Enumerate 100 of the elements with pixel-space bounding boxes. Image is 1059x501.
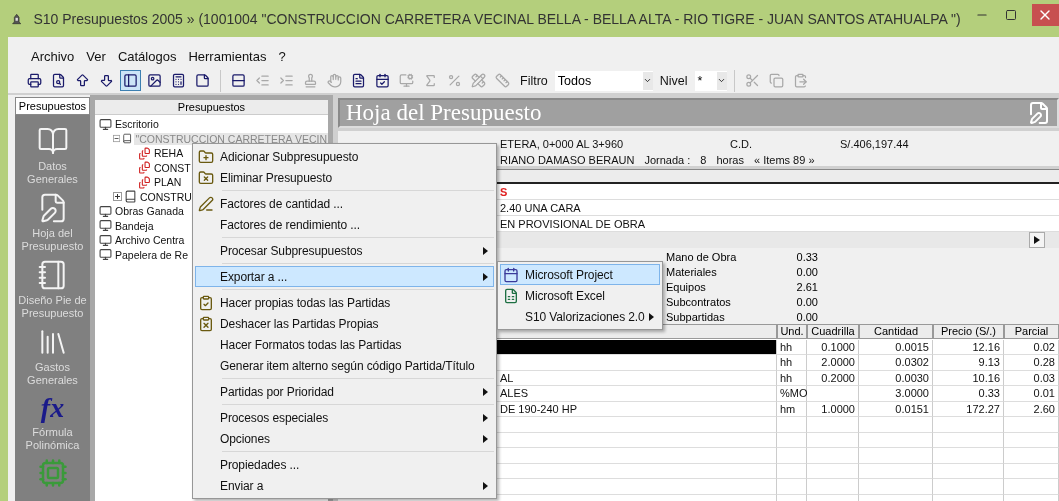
menu-item[interactable]: Ver	[85, 49, 107, 64]
menu-item[interactable]: ?	[277, 49, 287, 64]
clipboard-icon	[198, 295, 214, 311]
clipboard-x-icon	[198, 316, 214, 332]
items-count: « Items 89 »	[754, 154, 815, 166]
menu-item[interactable]: Adicionar Subpresupuesto	[195, 146, 494, 167]
scissors-icon	[744, 73, 760, 88]
cd-value: S/.406,197.44	[840, 138, 910, 150]
tree-item[interactable]: CONSTRU	[139, 190, 193, 203]
sidebar-tab[interactable]: Presupuestos	[15, 97, 90, 115]
menu-item[interactable]: Archivo	[30, 49, 76, 64]
menu-item[interactable]: Catálogos	[116, 49, 178, 64]
book-icon[interactable]	[36, 125, 69, 157]
folder-x-icon	[198, 170, 214, 186]
submenu-arrow-icon	[649, 313, 654, 321]
menu-item[interactable]: Procesar Subpresupuestos	[195, 240, 494, 261]
printer-icon	[27, 73, 42, 88]
cost-value: 0.00	[795, 296, 818, 310]
tree-item[interactable]: CONST	[153, 161, 192, 174]
cost-label: Subcontratos	[666, 296, 732, 310]
table-cell	[933, 448, 1004, 464]
book-icon	[122, 132, 133, 146]
cost-label: Equipos	[666, 281, 707, 295]
scroll-right-icon[interactable]	[1029, 232, 1045, 248]
image-icon	[147, 73, 162, 88]
pencil-ruler-icon	[471, 73, 486, 88]
table-cell: 0.0015	[859, 339, 933, 355]
menu-item[interactable]: Enviar a	[195, 475, 494, 496]
menu-item[interactable]: Exportar a ...	[195, 266, 494, 287]
table-cell: 12.16	[933, 339, 1004, 355]
level-dropdown[interactable]: *	[694, 70, 727, 91]
table-cell: 0.1000	[807, 339, 859, 355]
copy-icon	[768, 73, 784, 88]
menu-item[interactable]: Hacer Formatos todas las Partidas	[195, 334, 494, 355]
column-header: Cuadrilla	[807, 324, 859, 339]
table-cell: %MO	[777, 386, 807, 402]
table-cell: 0.01	[1004, 386, 1059, 402]
shift-value: 8	[700, 154, 707, 166]
cost-label: Mano de Obra	[666, 251, 738, 265]
tree-item[interactable]: Obras Ganada	[114, 205, 185, 218]
document-icon	[138, 146, 151, 160]
close-button[interactable]	[1031, 4, 1059, 26]
menu-item[interactable]: Propiedades ...	[195, 454, 494, 475]
tree-item[interactable]: Archivo Centra	[114, 234, 186, 247]
cost-label: Materiales	[666, 266, 718, 280]
stamp-icon	[303, 73, 318, 88]
menu-item[interactable]: Opciones	[195, 428, 494, 449]
tree-item[interactable]: Bandeja	[114, 219, 155, 232]
menu-item[interactable]: Microsoft Excel	[500, 285, 660, 306]
shift-unit: horas	[716, 154, 744, 166]
document-icon	[138, 175, 151, 189]
column-header: Und.	[777, 324, 807, 339]
caret-icon	[717, 76, 727, 85]
note-icon	[195, 73, 210, 88]
menu-item[interactable]: Deshacer las Partidas Propias	[195, 313, 494, 334]
table-cell	[777, 479, 807, 495]
column-header: Parcial	[1004, 324, 1059, 339]
menu-item[interactable]: Herramientas	[187, 49, 268, 64]
table-cell	[933, 417, 1004, 433]
table-cell: hh	[777, 355, 807, 371]
submenu-arrow-icon	[483, 482, 488, 490]
collapse-icon[interactable]	[113, 134, 121, 144]
outdent-icon	[255, 73, 270, 88]
tree-item[interactable]: Escritorio	[114, 118, 160, 131]
print-preview-icon	[51, 73, 66, 88]
menu-item[interactable]: Hacer propias todas las Partidas	[195, 292, 494, 313]
panel-icon	[123, 73, 138, 88]
table-cell: 0.0302	[859, 355, 933, 371]
table-cell: 9.13	[933, 355, 1004, 371]
table-cell	[807, 448, 859, 464]
menu-item[interactable]: Microsoft Project	[500, 264, 660, 285]
cost-value: 2.61	[795, 281, 818, 295]
calculator-icon	[171, 73, 186, 88]
tree-item[interactable]: PLAN	[153, 176, 183, 189]
up-arrow-icon	[75, 73, 90, 88]
table-cell	[777, 448, 807, 464]
column-header: Cantidad	[859, 324, 933, 339]
percent-icon	[447, 73, 462, 88]
column-header: Precio (S/.)	[933, 324, 1004, 339]
menu-item[interactable]: Factores de cantidad ...	[195, 193, 494, 214]
panel-button[interactable]	[120, 70, 141, 91]
maximize-icon	[1005, 9, 1018, 21]
filter-dropdown[interactable]: Todos	[554, 70, 653, 91]
tree-item[interactable]: Papelera de Re	[114, 248, 189, 261]
table-cell	[933, 479, 1004, 495]
table-cell: 2.0000	[807, 355, 859, 371]
cost-value: 0.00	[795, 311, 818, 325]
ruler-icon	[495, 73, 510, 88]
sigma-icon	[423, 73, 438, 88]
menu-item[interactable]: S10 Valorizaciones 2.0	[500, 306, 660, 327]
sheet-title: Hoja del Presupuesto	[346, 100, 542, 126]
table-cell: 3.0000	[859, 386, 933, 402]
calendar-icon	[375, 73, 390, 88]
table-cell	[1004, 448, 1059, 464]
expand-icon[interactable]	[113, 192, 122, 202]
document-icon	[351, 73, 366, 88]
book-icon	[124, 190, 137, 204]
tree-item[interactable]: REHA	[153, 147, 185, 160]
submenu-arrow-icon	[483, 435, 488, 443]
paste-icon	[792, 73, 808, 88]
